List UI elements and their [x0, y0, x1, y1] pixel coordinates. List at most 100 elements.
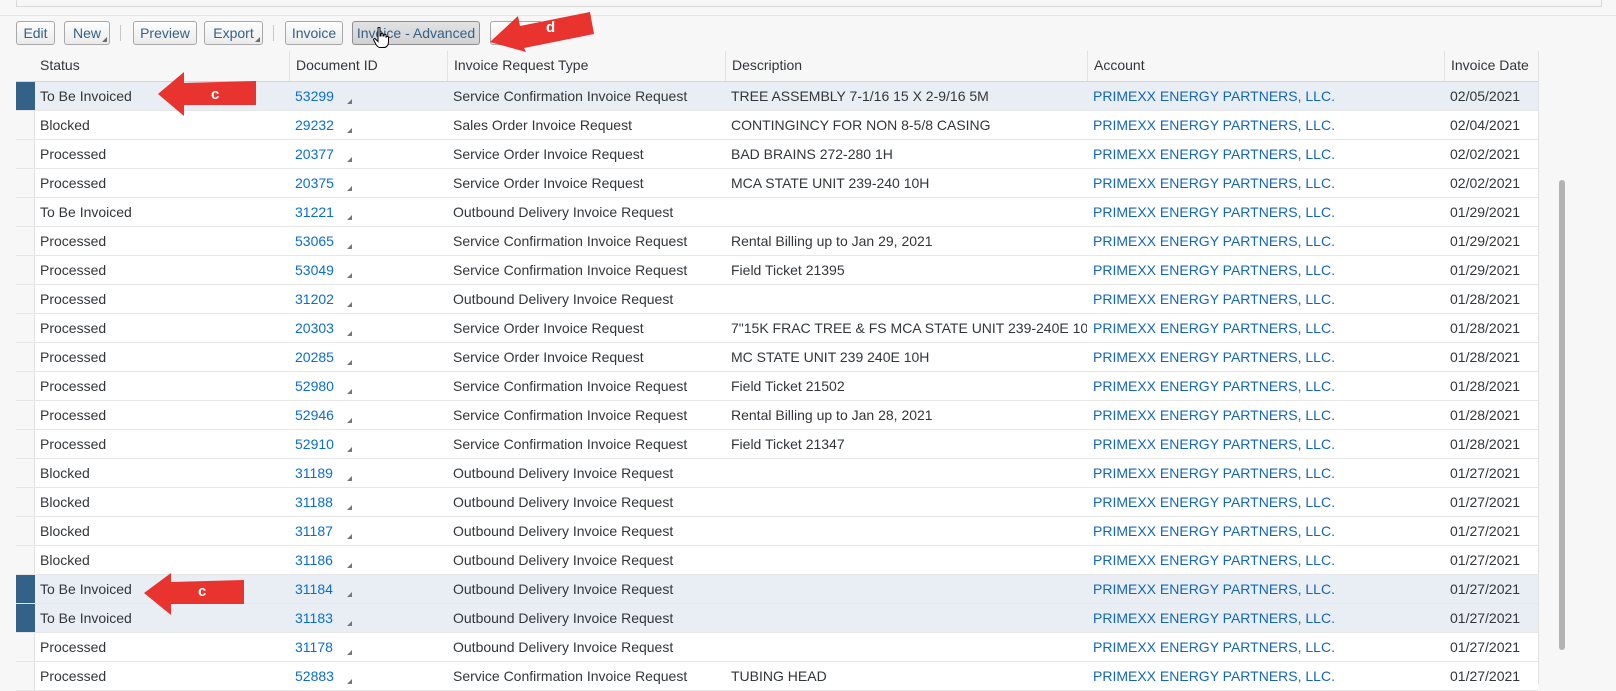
row-selector[interactable] — [16, 517, 35, 545]
cell-document-id[interactable]: 52946 — [289, 401, 447, 429]
row-selector[interactable] — [16, 546, 35, 574]
document-id-link[interactable]: 31183 — [295, 610, 333, 626]
column-header-invoice-date[interactable]: Invoice Date — [1444, 51, 1538, 81]
table-row[interactable]: Processed 20285 Service Order Invoice Re… — [16, 343, 1538, 372]
document-id-link[interactable]: 31221 — [295, 204, 334, 220]
edit-button[interactable]: Edit — [16, 21, 55, 45]
table-row[interactable]: Processed 31178 Outbound Delivery Invoic… — [16, 633, 1538, 662]
cell-account-link[interactable]: PRIMEXX ENERGY PARTNERS, LLC. — [1087, 140, 1444, 168]
document-id-link[interactable]: 31184 — [295, 581, 333, 597]
document-id-link[interactable]: 52910 — [295, 436, 334, 452]
row-selector[interactable] — [16, 430, 35, 458]
cell-account-link[interactable]: PRIMEXX ENERGY PARTNERS, LLC. — [1087, 546, 1444, 574]
document-id-link[interactable]: 20303 — [295, 320, 334, 336]
table-row[interactable]: Processed 52910 Service Confirmation Inv… — [16, 430, 1538, 459]
document-id-link[interactable]: 29232 — [295, 117, 334, 133]
table-row[interactable]: Blocked 31186 Outbound Delivery Invoice … — [16, 546, 1538, 575]
cell-document-id[interactable]: 31189 — [289, 459, 447, 487]
document-id-link[interactable]: 31202 — [295, 291, 334, 307]
cell-document-id[interactable]: 31178 — [289, 633, 447, 661]
table-row[interactable]: Processed 53065 Service Confirmation Inv… — [16, 227, 1538, 256]
cell-account-link[interactable]: PRIMEXX ENERGY PARTNERS, LLC. — [1087, 256, 1444, 284]
row-selector[interactable] — [16, 575, 35, 603]
document-id-link[interactable]: 53049 — [295, 262, 334, 278]
row-selector[interactable] — [16, 604, 35, 632]
export-button[interactable]: Export — [204, 21, 263, 45]
column-header-description[interactable]: Description — [725, 51, 1087, 81]
cell-document-id[interactable]: 29232 — [289, 111, 447, 139]
cell-document-id[interactable]: 52980 — [289, 372, 447, 400]
row-selector[interactable] — [16, 662, 35, 690]
document-id-link[interactable]: 52946 — [295, 407, 334, 423]
table-row[interactable]: Processed 52946 Service Confirmation Inv… — [16, 401, 1538, 430]
table-row[interactable]: Blocked 31189 Outbound Delivery Invoice … — [16, 459, 1538, 488]
cell-account-link[interactable]: PRIMEXX ENERGY PARTNERS, LLC. — [1087, 372, 1444, 400]
document-id-link[interactable]: 52883 — [295, 668, 334, 684]
table-row[interactable]: Processed 20303 Service Order Invoice Re… — [16, 314, 1538, 343]
vertical-scrollbar[interactable] — [1556, 16, 1568, 684]
cell-account-link[interactable]: PRIMEXX ENERGY PARTNERS, LLC. — [1087, 314, 1444, 342]
cell-account-link[interactable]: PRIMEXX ENERGY PARTNERS, LLC. — [1087, 662, 1444, 690]
document-id-link[interactable]: 31189 — [295, 465, 333, 481]
document-id-link[interactable]: 31186 — [295, 552, 333, 568]
cell-document-id[interactable]: 53065 — [289, 227, 447, 255]
cell-document-id[interactable]: 53299 — [289, 82, 447, 110]
table-row[interactable]: To Be Invoiced 31221 Outbound Delivery I… — [16, 198, 1538, 227]
table-row[interactable]: Blocked 31187 Outbound Delivery Invoice … — [16, 517, 1538, 546]
cell-account-link[interactable]: PRIMEXX ENERGY PARTNERS, LLC. — [1087, 343, 1444, 371]
row-selector[interactable] — [16, 198, 35, 226]
row-selector[interactable] — [16, 285, 35, 313]
cell-account-link[interactable]: PRIMEXX ENERGY PARTNERS, LLC. — [1087, 227, 1444, 255]
cell-document-id[interactable]: 31221 — [289, 198, 447, 226]
table-row[interactable]: Processed 52883 Service Confirmation Inv… — [16, 662, 1538, 691]
column-header-document-id[interactable]: Document ID — [289, 51, 447, 81]
row-selector[interactable] — [16, 401, 35, 429]
invoice-button[interactable]: Invoice — [285, 21, 343, 45]
row-selector[interactable] — [16, 82, 35, 110]
cell-account-link[interactable]: PRIMEXX ENERGY PARTNERS, LLC. — [1087, 488, 1444, 516]
cell-document-id[interactable]: 52883 — [289, 662, 447, 690]
document-id-link[interactable]: 53065 — [295, 233, 334, 249]
table-row[interactable]: Processed 20375 Service Order Invoice Re… — [16, 169, 1538, 198]
document-id-link[interactable]: 31188 — [295, 494, 333, 510]
cell-document-id[interactable]: 20285 — [289, 343, 447, 371]
document-id-link[interactable]: 31178 — [295, 639, 333, 655]
cell-account-link[interactable]: PRIMEXX ENERGY PARTNERS, LLC. — [1087, 285, 1444, 313]
cell-document-id[interactable]: 31184 — [289, 575, 447, 603]
cell-account-link[interactable]: PRIMEXX ENERGY PARTNERS, LLC. — [1087, 517, 1444, 545]
cell-account-link[interactable]: PRIMEXX ENERGY PARTNERS, LLC. — [1087, 111, 1444, 139]
column-header-invoice-request-type[interactable]: Invoice Request Type — [447, 51, 725, 81]
cell-account-link[interactable]: PRIMEXX ENERGY PARTNERS, LLC. — [1087, 82, 1444, 110]
row-selector[interactable] — [16, 314, 35, 342]
cell-document-id[interactable]: 52910 — [289, 430, 447, 458]
cell-account-link[interactable]: PRIMEXX ENERGY PARTNERS, LLC. — [1087, 633, 1444, 661]
cell-account-link[interactable]: PRIMEXX ENERGY PARTNERS, LLC. — [1087, 604, 1444, 632]
row-selector[interactable] — [16, 169, 35, 197]
document-id-link[interactable]: 52980 — [295, 378, 334, 394]
table-row[interactable]: Processed 53049 Service Confirmation Inv… — [16, 256, 1538, 285]
cell-document-id[interactable]: 53049 — [289, 256, 447, 284]
invoice-advanced-button[interactable]: Invoice - Advanced — [352, 21, 480, 45]
cell-account-link[interactable]: PRIMEXX ENERGY PARTNERS, LLC. — [1087, 430, 1444, 458]
cell-document-id[interactable]: 20377 — [289, 140, 447, 168]
table-row[interactable]: Processed 20377 Service Order Invoice Re… — [16, 140, 1538, 169]
row-selector[interactable] — [16, 111, 35, 139]
cell-account-link[interactable]: PRIMEXX ENERGY PARTNERS, LLC. — [1087, 169, 1444, 197]
document-id-link[interactable]: 31187 — [295, 523, 333, 539]
row-selector[interactable] — [16, 343, 35, 371]
document-id-link[interactable]: 20375 — [295, 175, 334, 191]
cell-document-id[interactable]: 31188 — [289, 488, 447, 516]
cell-document-id[interactable]: 31186 — [289, 546, 447, 574]
table-row[interactable]: Blocked 31188 Outbound Delivery Invoice … — [16, 488, 1538, 517]
cell-document-id[interactable]: 31183 — [289, 604, 447, 632]
row-selector[interactable] — [16, 372, 35, 400]
cell-account-link[interactable]: PRIMEXX ENERGY PARTNERS, LLC. — [1087, 575, 1444, 603]
scrollbar-thumb[interactable] — [1559, 180, 1565, 650]
cell-document-id[interactable]: 31187 — [289, 517, 447, 545]
column-header-account[interactable]: Account — [1087, 51, 1444, 81]
document-id-link[interactable]: 20285 — [295, 349, 334, 365]
cell-account-link[interactable]: PRIMEXX ENERGY PARTNERS, LLC. — [1087, 401, 1444, 429]
row-selector[interactable] — [16, 140, 35, 168]
table-row[interactable]: Processed 31202 Outbound Delivery Invoic… — [16, 285, 1538, 314]
document-id-link[interactable]: 20377 — [295, 146, 334, 162]
